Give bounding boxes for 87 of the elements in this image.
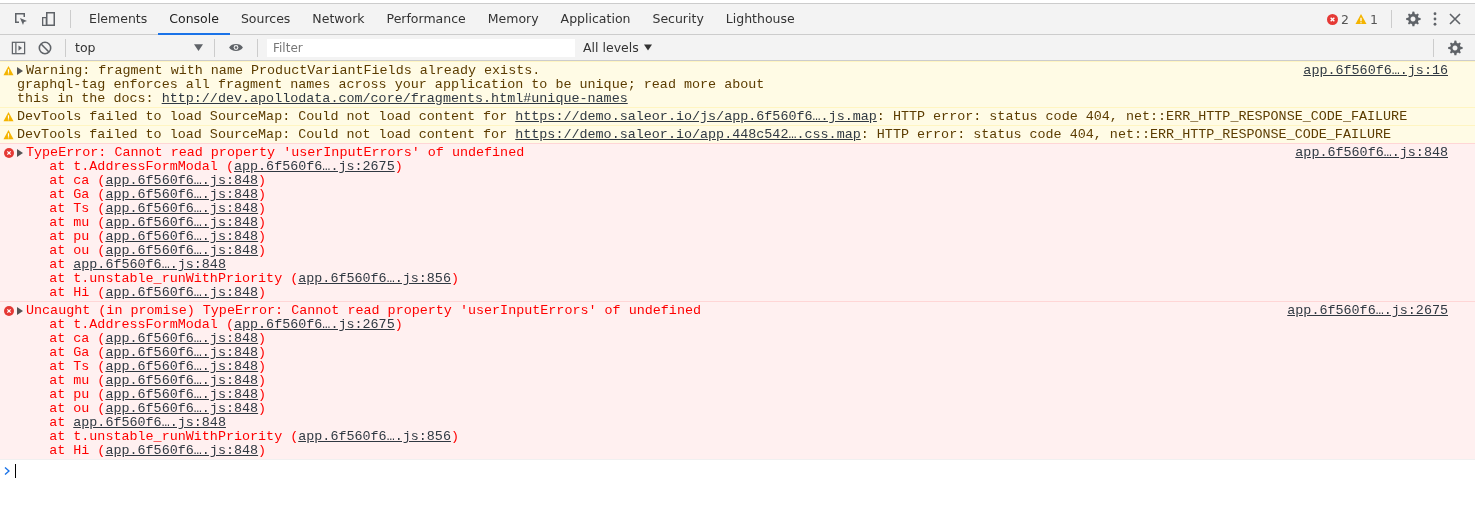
levels-dropdown[interactable]: All levels bbox=[577, 39, 658, 56]
message-text: at mu (app.6f560f6….js:848) bbox=[48, 374, 267, 388]
message-text: graphql-tag enforces all fragment names across your application to be unique; read more about bbox=[17, 78, 765, 92]
message-text: at ou (app.6f560f6….js:848) bbox=[48, 402, 267, 416]
source-link[interactable]: app.6f560f6….js:848 bbox=[105, 373, 259, 388]
settings-icon[interactable] bbox=[1447, 39, 1463, 56]
clear-console-icon[interactable] bbox=[38, 40, 52, 55]
message-text: at ca (app.6f560f6….js:848) bbox=[48, 332, 267, 346]
source-link[interactable]: app.6f560f6….js:856 bbox=[298, 271, 451, 286]
source-link[interactable]: app.6f560f6….js:848 bbox=[105, 243, 259, 258]
message-text: at pu (app.6f560f6….js:848) bbox=[48, 388, 267, 402]
panel-tab[interactable]: Application bbox=[549, 4, 642, 35]
panel-tab[interactable]: Security bbox=[641, 4, 715, 35]
source-link[interactable]: app.6f560f6….js:848 bbox=[1295, 146, 1448, 160]
message-text: Warning: fragment with name ProductVariantFields already exists. bbox=[26, 64, 541, 78]
error-count[interactable]: 2 bbox=[1341, 11, 1350, 27]
message-text: at Hi (app.6f560f6….js:848) bbox=[48, 286, 267, 300]
message-text: at mu (app.6f560f6….js:848) bbox=[48, 216, 267, 230]
panel-tab[interactable]: Network bbox=[301, 4, 376, 35]
error-icon bbox=[3, 148, 14, 158]
message-text: DevTools failed to load SourceMap: Could not load content for https://demo.saleor.io/js/app.6f560f6….js.map: HTTP error: status code 404, net::ERR_HTTP_RESPONSE_CODE_FAILURE bbox=[17, 110, 1408, 124]
source-link[interactable]: app.6f560f6….js:2675 bbox=[233, 159, 395, 174]
message-text: at Ts (app.6f560f6….js:848) bbox=[48, 202, 267, 216]
prompt-chevron-icon bbox=[4, 467, 10, 475]
error-icon bbox=[3, 306, 14, 316]
warning-count[interactable]: 1 bbox=[1370, 11, 1378, 27]
more-menu-icon[interactable] bbox=[1433, 12, 1437, 26]
expand-arrow-icon[interactable] bbox=[17, 67, 23, 75]
source-link[interactable]: app.6f560f6….js:848 bbox=[73, 415, 226, 430]
source-link[interactable]: https://demo.saleor.io/app.448c542….css.map bbox=[515, 127, 861, 142]
settings-icon[interactable] bbox=[1405, 11, 1421, 27]
message-text: at ou (app.6f560f6….js:848) bbox=[48, 244, 267, 258]
source-link[interactable]: app.6f560f6….js:848 bbox=[105, 285, 259, 300]
warning-icon bbox=[3, 66, 14, 76]
warning-icon bbox=[3, 130, 14, 140]
source-link[interactable]: app.6f560f6….js:848 bbox=[73, 257, 226, 272]
expand-arrow-icon[interactable] bbox=[17, 307, 23, 315]
source-link[interactable]: app.6f560f6….js:2675 bbox=[1287, 304, 1448, 318]
filter-field[interactable]: Filter bbox=[267, 38, 575, 57]
source-link[interactable]: app.6f560f6….js:848 bbox=[105, 173, 259, 188]
device-icon[interactable] bbox=[41, 11, 57, 27]
error-icon[interactable] bbox=[1327, 13, 1339, 25]
message-text: at t.AddressFormModal (app.6f560f6….js:2675) bbox=[48, 160, 403, 174]
source-link[interactable]: app.6f560f6….js:2675 bbox=[233, 317, 395, 332]
source-link[interactable]: app.6f560f6….js:848 bbox=[105, 359, 259, 374]
source-link[interactable]: app.6f560f6….js:848 bbox=[105, 345, 259, 360]
source-link[interactable]: app.6f560f6….js:848 bbox=[105, 443, 259, 458]
source-link[interactable]: app.6f560f6….js:16 bbox=[1303, 64, 1448, 78]
source-link[interactable]: https://demo.saleor.io/js/app.6f560f6….js.map bbox=[515, 109, 877, 124]
close-icon[interactable] bbox=[1449, 13, 1461, 25]
sidebar-toggle-icon[interactable] bbox=[11, 40, 26, 55]
source-link[interactable]: app.6f560f6….js:848 bbox=[105, 201, 259, 216]
panel-tab[interactable]: Memory bbox=[476, 4, 550, 35]
caret-icon bbox=[643, 44, 652, 51]
message-text: Uncaught (in promise) TypeError: Cannot read property 'userInputErrors' of undefined bbox=[26, 304, 701, 318]
message-text: at Hi (app.6f560f6….js:848) bbox=[48, 444, 267, 458]
message-text: at Ga (app.6f560f6….js:848) bbox=[48, 346, 267, 360]
message-text: at t.unstable_runWithPriority (app.6f560f6….js:856) bbox=[48, 272, 459, 286]
source-link[interactable]: app.6f560f6….js:848 bbox=[105, 331, 259, 346]
caret-icon bbox=[194, 44, 203, 51]
message-text: at pu (app.6f560f6….js:848) bbox=[48, 230, 267, 244]
source-link[interactable]: app.6f560f6….js:848 bbox=[105, 187, 259, 202]
message-text: DevTools failed to load SourceMap: Could not load content for https://demo.saleor.io/app.448c542….css.map: HTTP error: status code 404, net::ERR_HTTP_RESPONSE_CODE_FAILURE bbox=[17, 128, 1392, 142]
source-link[interactable]: app.6f560f6….js:848 bbox=[105, 229, 259, 244]
panel-tab[interactable]: Performance bbox=[375, 4, 477, 35]
source-link[interactable]: app.6f560f6….js:848 bbox=[105, 387, 259, 402]
source-link[interactable]: http://dev.apollodata.com/core/fragments.html#unique-names bbox=[161, 91, 628, 106]
message-text: at Ts (app.6f560f6….js:848) bbox=[48, 360, 267, 374]
message-text: at app.6f560f6….js:848 bbox=[48, 258, 226, 272]
source-link[interactable]: app.6f560f6….js:848 bbox=[105, 401, 259, 416]
message-text: at t.unstable_runWithPriority (app.6f560f6….js:856) bbox=[48, 430, 459, 444]
context-select[interactable]: top bbox=[73, 40, 207, 55]
message-text: TypeError: Cannot read property 'userInputErrors' of undefined bbox=[26, 146, 525, 160]
message-text: at Ga (app.6f560f6….js:848) bbox=[48, 188, 267, 202]
eye-icon[interactable] bbox=[228, 42, 244, 53]
source-link[interactable]: app.6f560f6….js:848 bbox=[105, 215, 259, 230]
inspect-icon[interactable] bbox=[13, 11, 29, 27]
message-text: at t.AddressFormModal (app.6f560f6….js:2675) bbox=[48, 318, 403, 332]
panel-tab[interactable]: Lighthouse bbox=[714, 4, 806, 35]
message-text: this in the docs: http://dev.apollodata.com/core/fragments.html#unique-names bbox=[17, 92, 628, 106]
message-text: at ca (app.6f560f6….js:848) bbox=[48, 174, 267, 188]
panel-tab[interactable]: Elements bbox=[78, 4, 159, 35]
expand-arrow-icon[interactable] bbox=[17, 149, 23, 157]
panel-tab[interactable]: Sources bbox=[229, 4, 302, 35]
warning-icon bbox=[3, 112, 14, 122]
message-text: at app.6f560f6….js:848 bbox=[48, 416, 226, 430]
source-link[interactable]: app.6f560f6….js:856 bbox=[298, 429, 451, 444]
